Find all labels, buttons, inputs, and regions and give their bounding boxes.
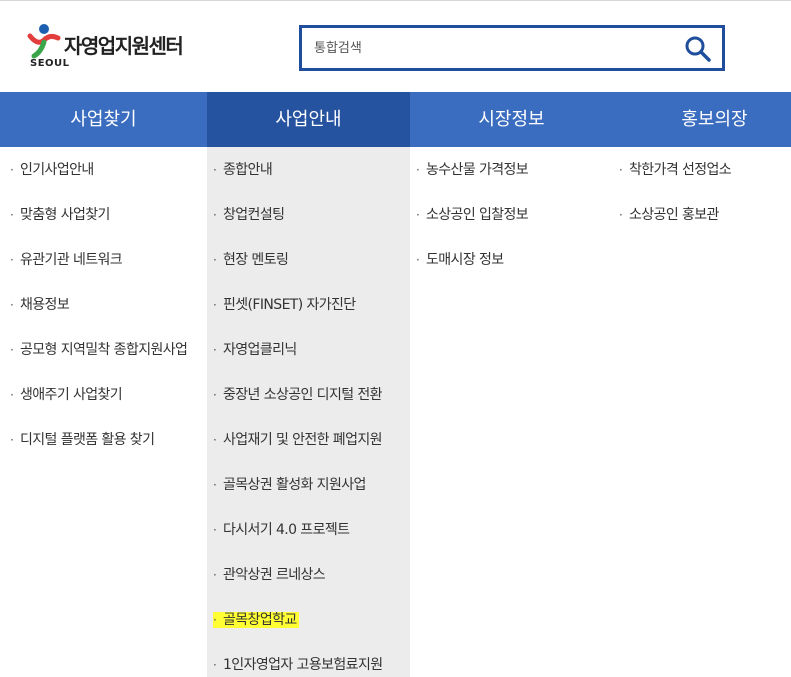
main-nav: 사업찾기 사업안내 시장정보 홍보의장 — [0, 92, 791, 147]
menu-item[interactable]: · 도매시장 정보 — [416, 249, 504, 271]
menu-item[interactable]: · 공모형 지역밀착 종합지원사업 — [10, 339, 188, 361]
menu-item[interactable]: · 사업재기 및 안전한 폐업지원 — [213, 429, 383, 451]
top-divider — [0, 0, 791, 1]
menu-item[interactable]: · 핀셋(FINSET) 자가진단 — [213, 294, 356, 316]
site-logo[interactable]: 자영업지원센터 SEOUL — [26, 22, 196, 74]
seoul-logo-icon — [27, 24, 61, 59]
menu-item[interactable]: · 소상공인 입찰정보 — [416, 204, 529, 226]
menu-item[interactable]: · 채용정보 — [10, 294, 70, 316]
menu-item[interactable]: · 유관기관 네트워크 — [10, 249, 123, 271]
menu-item[interactable]: · 맞춤형 사업찾기 — [10, 204, 110, 226]
menu-item[interactable]: · 착한가격 선정업소 — [619, 159, 732, 181]
menu-item[interactable]: · 소상공인 홍보관 — [619, 204, 719, 226]
menu-item[interactable]: · 다시서기 4.0 프로젝트 — [213, 519, 350, 541]
menu-item[interactable]: · 인기사업안내 — [10, 159, 94, 181]
menu-item[interactable]: · 중장년 소상공인 디지털 전환 — [213, 384, 383, 406]
search-input[interactable] — [302, 28, 684, 68]
menu-item[interactable]: · 자영업클리닉 — [213, 339, 297, 361]
active-menu-panel — [207, 147, 410, 677]
menu-item[interactable]: · 1인자영업자 고용보험료지원 — [213, 654, 383, 676]
search-icon[interactable] — [684, 35, 712, 63]
menu-item[interactable]: · 생애주기 사업찾기 — [10, 384, 123, 406]
search-box — [299, 25, 725, 71]
nav-tab-promotion[interactable]: 홍보의장 — [613, 92, 791, 147]
menu-item[interactable]: · 종합안내 — [213, 159, 273, 181]
logo-seoul-text: SEOUL — [30, 58, 70, 69]
nav-tab-market-info[interactable]: 시장정보 — [410, 92, 613, 147]
nav-tab-business-search[interactable]: 사업찾기 — [0, 92, 207, 147]
menu-item[interactable]: · 현장 멘토링 — [213, 249, 289, 271]
menu-item[interactable]: · 관악상권 르네상스 — [213, 564, 326, 586]
menu-item[interactable]: · 창업컨설팅 — [213, 204, 285, 226]
nav-tab-business-guide[interactable]: 사업안내 — [207, 92, 410, 147]
menu-item[interactable]: · 골목상권 활성화 지원사업 — [213, 474, 366, 496]
menu-item[interactable]: · 디지털 플랫폼 활용 찾기 — [10, 429, 155, 451]
menu-item[interactable]: · 농수산물 가격정보 — [416, 159, 529, 181]
logo-title: 자영업지원센터 — [64, 34, 184, 58]
menu-item-highlighted[interactable]: · 골목창업학교 — [213, 609, 299, 631]
